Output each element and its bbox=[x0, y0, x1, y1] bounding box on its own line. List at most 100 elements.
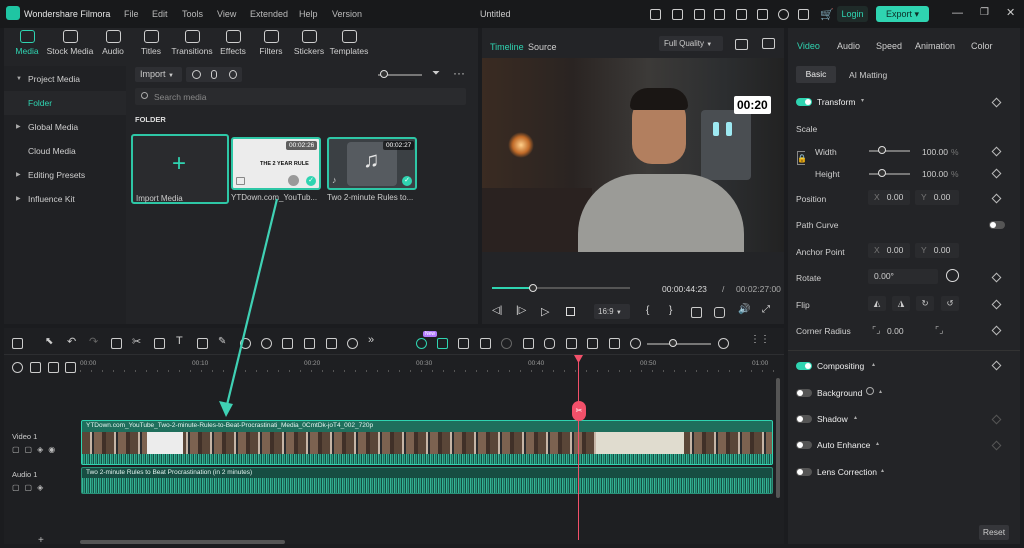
auto-sync-icon[interactable] bbox=[437, 338, 448, 349]
video-clip[interactable]: YTDown.com_YouTube_Two-2-minute-Rules-to… bbox=[81, 420, 773, 465]
position-y-field[interactable]: Y 0.00 bbox=[915, 190, 959, 205]
undo-icon[interactable]: ↶ bbox=[67, 335, 78, 348]
tab-media[interactable]: Media bbox=[8, 30, 46, 56]
playback-progress-track[interactable] bbox=[492, 284, 630, 292]
quality-dropdown[interactable]: Full Quality ▼ bbox=[659, 36, 723, 51]
slider-knob[interactable] bbox=[380, 70, 388, 78]
ai-face-icon[interactable] bbox=[416, 338, 427, 349]
gift-icon[interactable] bbox=[650, 9, 661, 20]
anchor-x-field[interactable]: X 0.00 bbox=[868, 243, 910, 258]
more-tools-icon[interactable]: » bbox=[368, 334, 379, 346]
auto-enhance-toggle[interactable] bbox=[796, 441, 812, 449]
tab-transitions[interactable]: Transitions bbox=[170, 30, 214, 56]
audio-clip[interactable]: Two 2-minute Rules to Beat Procrastinati… bbox=[81, 467, 773, 494]
expand-icon[interactable]: ▴ bbox=[881, 467, 884, 474]
menu-version[interactable]: Version bbox=[332, 9, 362, 19]
video-preview[interactable]: 00:20 bbox=[482, 58, 784, 252]
tab-templates[interactable]: Templates bbox=[328, 30, 370, 56]
rotate-field[interactable]: 0.00° bbox=[868, 269, 938, 284]
expand-icon[interactable]: ▴ bbox=[854, 414, 857, 421]
cut-icon[interactable]: ✂ bbox=[132, 335, 143, 348]
flip-vertical-button[interactable]: ◮ bbox=[892, 296, 910, 311]
previous-frame-icon[interactable]: ◁| bbox=[492, 305, 502, 316]
audio-clip-thumbnail[interactable]: ♫ 00:02:27 ♪ ✓ bbox=[327, 137, 417, 190]
cloud-icon[interactable] bbox=[757, 9, 768, 20]
import-media-card[interactable]: + Import Media bbox=[131, 134, 229, 204]
height-slider[interactable] bbox=[869, 173, 910, 175]
shadow-toggle[interactable] bbox=[796, 415, 812, 423]
media-clip-thumbnail[interactable]: THE 2 YEAR RULE 00:02:26 ✓ bbox=[231, 137, 321, 190]
width-slider-knob[interactable] bbox=[878, 146, 886, 154]
width-slider[interactable] bbox=[869, 150, 910, 152]
magnet-icon[interactable] bbox=[65, 362, 76, 373]
filter-icon[interactable]: ⏷ bbox=[432, 68, 440, 79]
restore-icon[interactable]: ❐ bbox=[980, 7, 989, 18]
stop-icon[interactable] bbox=[566, 307, 575, 316]
minimize-icon[interactable]: — bbox=[952, 7, 963, 19]
sidebar-item-cloud-media[interactable]: Cloud Media bbox=[4, 139, 126, 163]
save-icon[interactable] bbox=[736, 9, 747, 20]
redo-icon[interactable]: ↷ bbox=[89, 335, 100, 348]
playhead-scissors-icon[interactable]: ✂ bbox=[572, 401, 586, 421]
screen-icon[interactable] bbox=[714, 9, 725, 20]
fullscreen-icon[interactable]: ⤢ bbox=[762, 304, 770, 315]
subtab-basic[interactable]: Basic bbox=[796, 66, 836, 83]
help-icon[interactable] bbox=[866, 387, 874, 395]
menu-extended[interactable]: Extended bbox=[250, 9, 288, 19]
search-bar[interactable]: Search media bbox=[135, 88, 466, 105]
menu-view[interactable]: View bbox=[217, 9, 236, 19]
tab-stickers[interactable]: Stickers bbox=[290, 30, 328, 56]
export-button[interactable]: Export ▾ bbox=[876, 6, 929, 22]
image-icon[interactable] bbox=[480, 338, 491, 349]
tab-stock-media[interactable]: Stock Media bbox=[46, 30, 94, 56]
tab-source[interactable]: Source bbox=[528, 42, 557, 52]
link-icon[interactable] bbox=[30, 362, 41, 373]
stabilize-icon[interactable] bbox=[326, 338, 337, 349]
height-slider-knob[interactable] bbox=[878, 169, 886, 177]
rotate-dial-icon[interactable] bbox=[946, 269, 959, 282]
path-curve-toggle[interactable] bbox=[989, 221, 1005, 229]
subtab-ai-matting[interactable]: AI Matting bbox=[849, 70, 887, 80]
volume-icon[interactable]: 🔊 bbox=[738, 304, 750, 315]
tab-timeline[interactable]: Timeline bbox=[490, 42, 524, 52]
login-button[interactable]: Login bbox=[837, 6, 868, 22]
grid-icon[interactable] bbox=[798, 9, 809, 20]
expand-icon[interactable]: ▴ bbox=[872, 361, 875, 368]
expand-icon[interactable]: ▴ bbox=[876, 440, 879, 447]
tab-color[interactable]: Color bbox=[971, 41, 993, 51]
tab-filters[interactable]: Filters bbox=[252, 30, 290, 56]
corner-expand-icon[interactable]: ⌜⌟ bbox=[935, 325, 943, 336]
bulb-icon[interactable] bbox=[694, 9, 705, 20]
play-icon[interactable]: ▷ bbox=[541, 305, 549, 318]
zoom-in-icon[interactable] bbox=[718, 338, 729, 349]
delete-icon[interactable] bbox=[111, 338, 122, 349]
lock-icon[interactable]: 🔒 bbox=[797, 154, 807, 163]
video-track-controls[interactable]: ▢▢◈◉ bbox=[12, 445, 60, 454]
mic-record-icon[interactable] bbox=[544, 338, 555, 349]
height-value[interactable]: 100.00 bbox=[922, 169, 948, 179]
zoom-slider-knob[interactable] bbox=[669, 339, 677, 347]
reset-button[interactable]: Reset bbox=[979, 525, 1009, 540]
text-tool-icon[interactable]: T bbox=[176, 335, 187, 347]
voice-icon[interactable] bbox=[229, 70, 237, 79]
next-frame-icon[interactable]: |▷ bbox=[516, 305, 526, 316]
support-icon[interactable] bbox=[778, 9, 789, 20]
aspect-ratio-dropdown[interactable]: 16:9 ▼ bbox=[594, 304, 630, 319]
equalizer-icon[interactable] bbox=[566, 338, 577, 349]
position-x-field[interactable]: X 0.00 bbox=[868, 190, 910, 205]
mark-in-icon[interactable]: { bbox=[646, 305, 649, 316]
sidebar-item-global-media[interactable]: ▶ Global Media bbox=[4, 115, 126, 139]
collapse-icon[interactable]: ▾ bbox=[861, 97, 864, 104]
tab-video[interactable]: Video bbox=[797, 41, 820, 51]
audio-track-controls[interactable]: ▢▢◈ bbox=[12, 483, 48, 492]
flip-horizontal-button[interactable]: ◭ bbox=[868, 296, 886, 311]
close-icon[interactable]: ✕ bbox=[1006, 6, 1015, 19]
tab-effects[interactable]: Effects bbox=[214, 30, 252, 56]
tab-audio[interactable]: Audio bbox=[94, 30, 132, 56]
transform-toggle[interactable] bbox=[796, 98, 812, 106]
rotate-left-button[interactable]: ↺ bbox=[941, 296, 959, 311]
add-track-icon[interactable] bbox=[48, 362, 59, 373]
menu-tools[interactable]: Tools bbox=[182, 9, 203, 19]
import-dropdown[interactable]: Import ▼ bbox=[135, 67, 182, 82]
crop-icon[interactable] bbox=[154, 338, 165, 349]
